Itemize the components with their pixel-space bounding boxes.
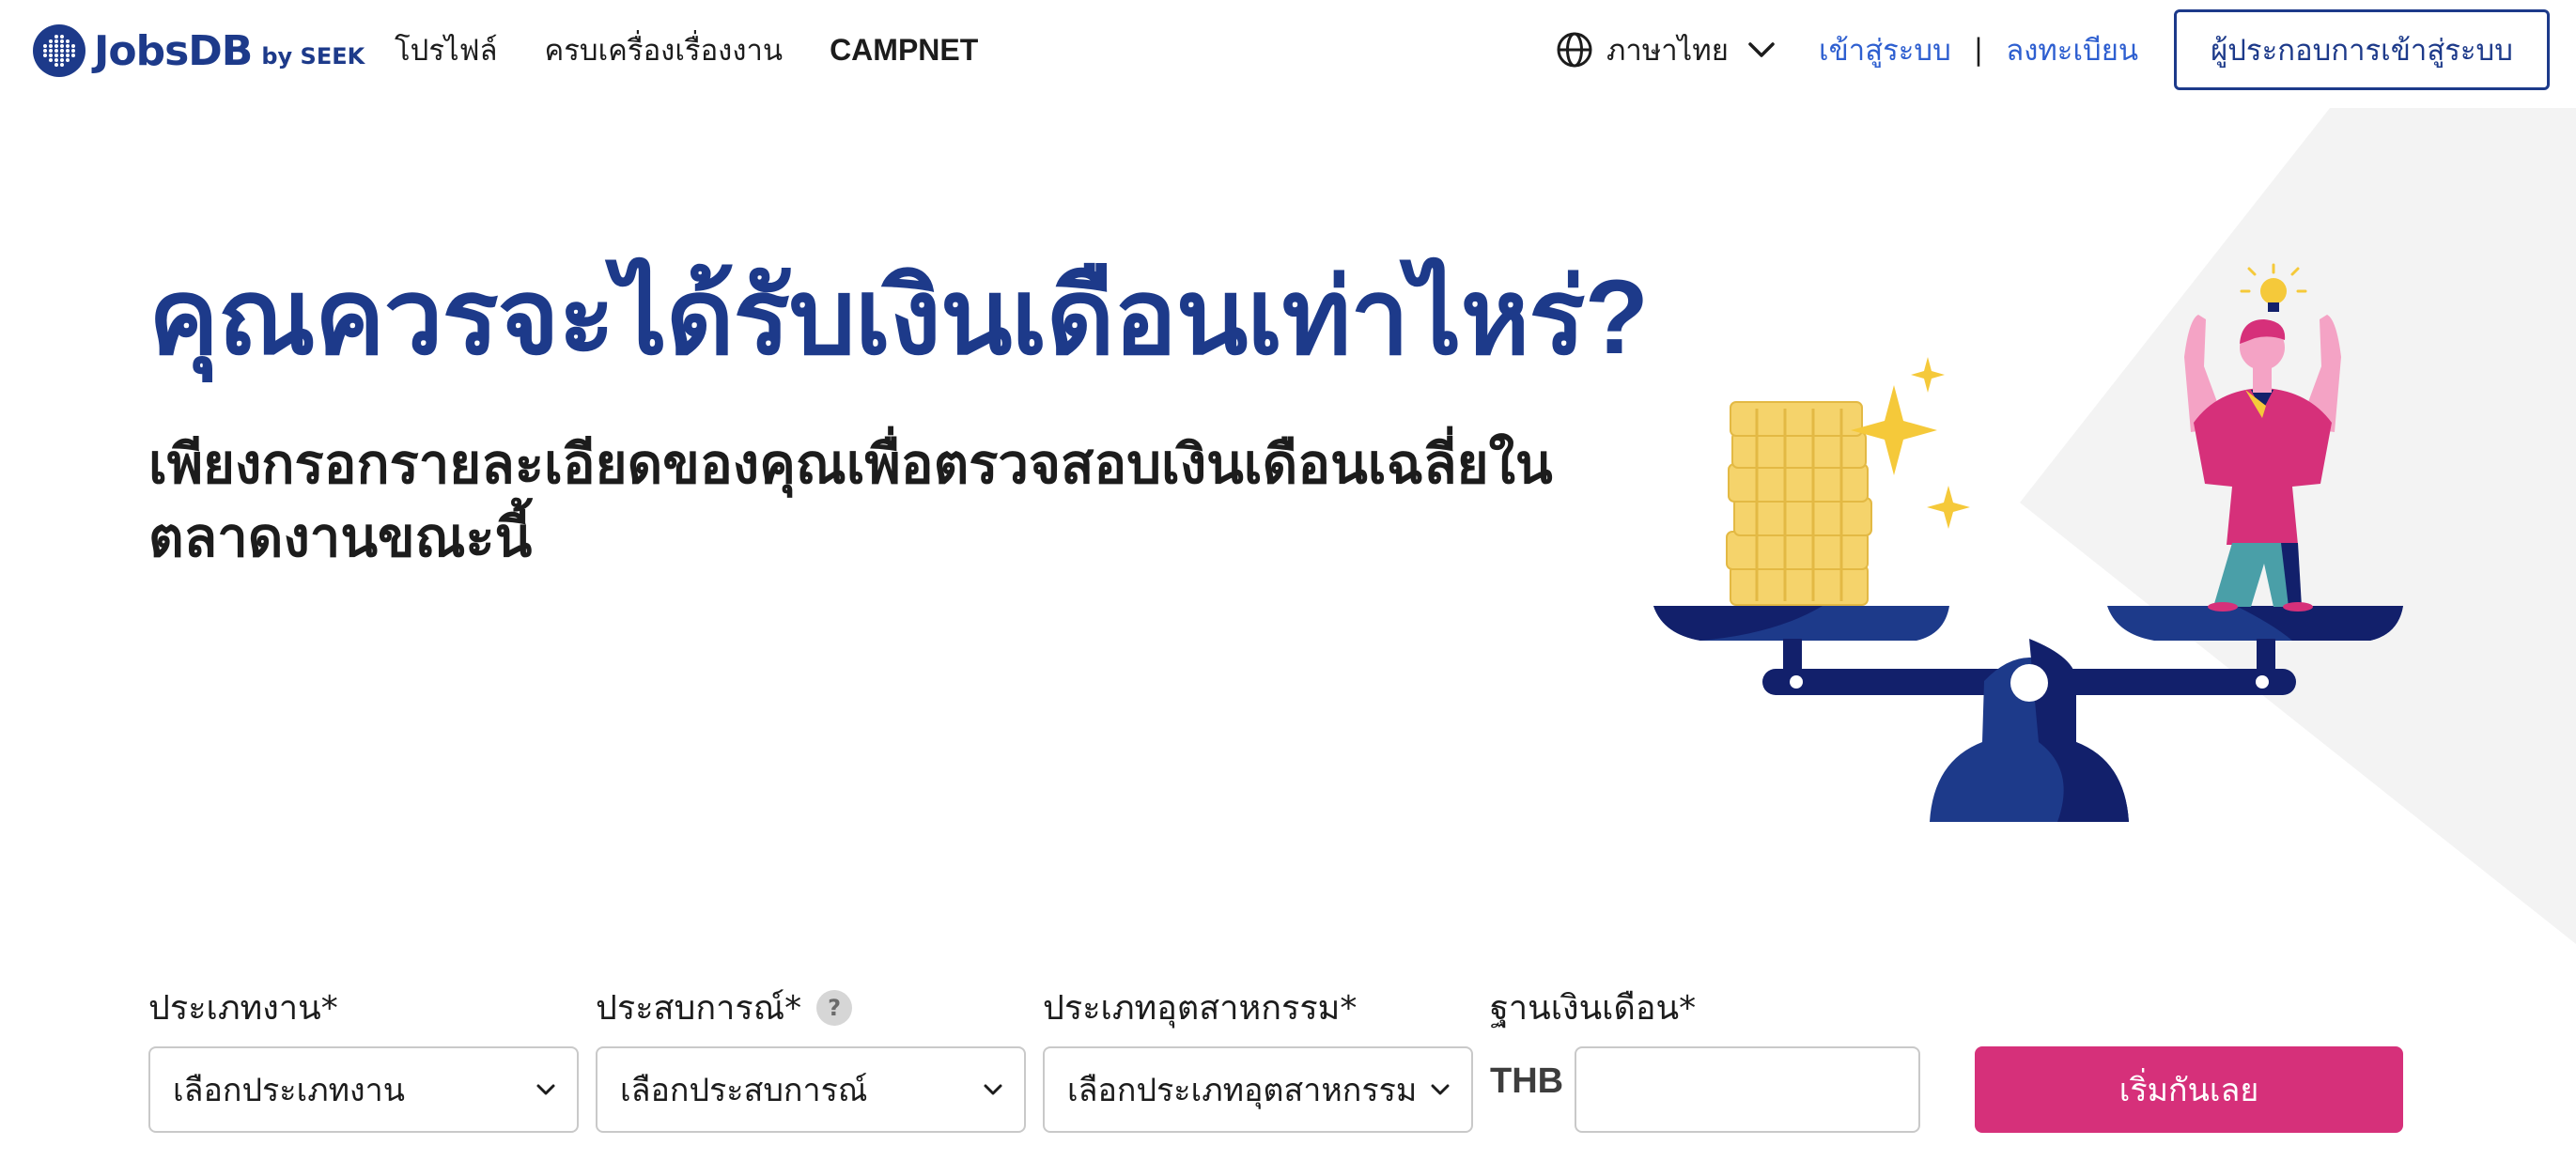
employer-login-button[interactable]: ผู้ประกอบการเข้าสู่ระบบ <box>2174 9 2550 90</box>
experience-label: ประสบการณ์* <box>596 989 802 1028</box>
experience-label-row: ประสบการณ์* ? <box>596 981 853 1034</box>
nav-campnet[interactable]: CAMPNET <box>830 33 978 68</box>
globe-icon <box>1557 32 1592 68</box>
base-salary-input[interactable] <box>1575 1046 1920 1133</box>
jobsdb-logo-icon <box>33 24 85 77</box>
chevron-down-icon <box>984 1084 1002 1095</box>
page-title: คุณควรจะได้รับเงินเดือนเท่าไหร่? <box>148 258 1649 376</box>
language-selector[interactable]: ภาษาไทย <box>1556 26 1777 73</box>
main-nav: โปรไฟล์ ครบเครื่องเรื่องงาน CAMPNET <box>395 26 1025 73</box>
job-type-select[interactable]: เลือกประเภทงาน <box>148 1046 579 1133</box>
top-navbar: JobsDB by SEEK โปรไฟล์ ครบเครื่องเรื่องง… <box>0 0 2576 103</box>
experience-select[interactable]: เลือกประสบการณ์ <box>596 1046 1026 1133</box>
chevron-down-icon <box>536 1084 555 1095</box>
job-type-label: ประเภทงาน* <box>148 989 338 1028</box>
register-link[interactable]: ลงทะเบียน <box>2006 26 2138 73</box>
chevron-down-icon <box>1431 1084 1450 1095</box>
currency-label: THB <box>1490 1061 1564 1101</box>
industry-select[interactable]: เลือกประเภทอุตสาหกรรม <box>1043 1046 1473 1133</box>
page-subtitle: เพียงกรอกรายละเอียดของคุณเพื่อตรวจสอบเงิ… <box>148 434 1553 568</box>
start-button[interactable]: เริ่มกันเลย <box>1975 1046 2403 1133</box>
industry-label: ประเภทอุตสาหกรรม* <box>1043 989 1358 1028</box>
help-icon[interactable]: ? <box>816 989 853 1026</box>
auth-separator: | <box>1973 33 1984 67</box>
logo-by-seek: by SEEK <box>261 43 365 70</box>
login-link[interactable]: เข้าสู่ระบบ <box>1819 26 1951 73</box>
logo-text: JobsDB <box>94 26 253 75</box>
scale-illustration <box>1653 263 2403 822</box>
language-label: ภาษาไทย <box>1606 34 1729 68</box>
nav-profile[interactable]: โปรไฟล์ <box>395 26 498 73</box>
nav-career-resources[interactable]: ครบเครื่องเรื่องงาน <box>545 26 784 73</box>
auth-links: เข้าสู่ระบบ | ลงทะเบียน <box>1819 26 2138 73</box>
chevron-down-icon <box>1748 42 1775 57</box>
job-type-value: เลือกประเภทงาน <box>173 1072 405 1109</box>
jobsdb-logo[interactable]: JobsDB by SEEK <box>32 23 365 79</box>
base-salary-label: ฐานเงินเดือน* <box>1490 989 1697 1028</box>
industry-value: เลือกประเภทอุตสาหกรรม <box>1067 1072 1415 1109</box>
experience-value: เลือกประสบการณ์ <box>620 1072 868 1109</box>
